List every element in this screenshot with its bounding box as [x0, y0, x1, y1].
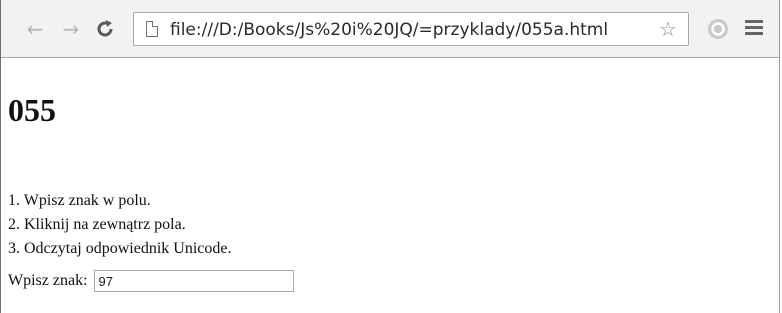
- browser-toolbar: ← → file:///D:/Books/Js%20i%20JQ/=przykl…: [1, 0, 779, 58]
- hamburger-menu-icon[interactable]: [745, 20, 763, 36]
- address-bar[interactable]: file:///D:/Books/Js%20i%20JQ/=przyklady/…: [133, 12, 689, 46]
- char-input-row: Wpisz znak:: [8, 270, 294, 292]
- reload-button[interactable]: [93, 17, 117, 41]
- instruction-step-3: 3. Odczytaj odpowiednik Unicode.: [8, 240, 232, 257]
- star-icon[interactable]: ☆: [656, 16, 680, 42]
- instructions-list: 1. Wpisz znak w polu. 2. Kliknij na zewn…: [8, 189, 232, 261]
- url-text[interactable]: file:///D:/Books/Js%20i%20JQ/=przyklady/…: [170, 17, 608, 43]
- reload-icon: [97, 20, 113, 37]
- page-icon: [146, 21, 158, 37]
- arrow-left-icon: ←: [26, 17, 44, 41]
- circle-extension-icon[interactable]: [707, 18, 729, 40]
- back-button[interactable]: ←: [23, 17, 47, 41]
- char-input[interactable]: [93, 270, 294, 292]
- char-input-label: Wpisz znak:: [8, 272, 88, 289]
- arrow-right-icon: →: [62, 17, 80, 41]
- browser-window: ← → file:///D:/Books/Js%20i%20JQ/=przykl…: [0, 0, 780, 313]
- instruction-step-1: 1. Wpisz znak w polu.: [8, 192, 151, 209]
- page-title: 055: [8, 92, 56, 128]
- instruction-step-2: 2. Kliknij na zewnątrz pola.: [8, 216, 186, 233]
- forward-button[interactable]: →: [59, 17, 83, 41]
